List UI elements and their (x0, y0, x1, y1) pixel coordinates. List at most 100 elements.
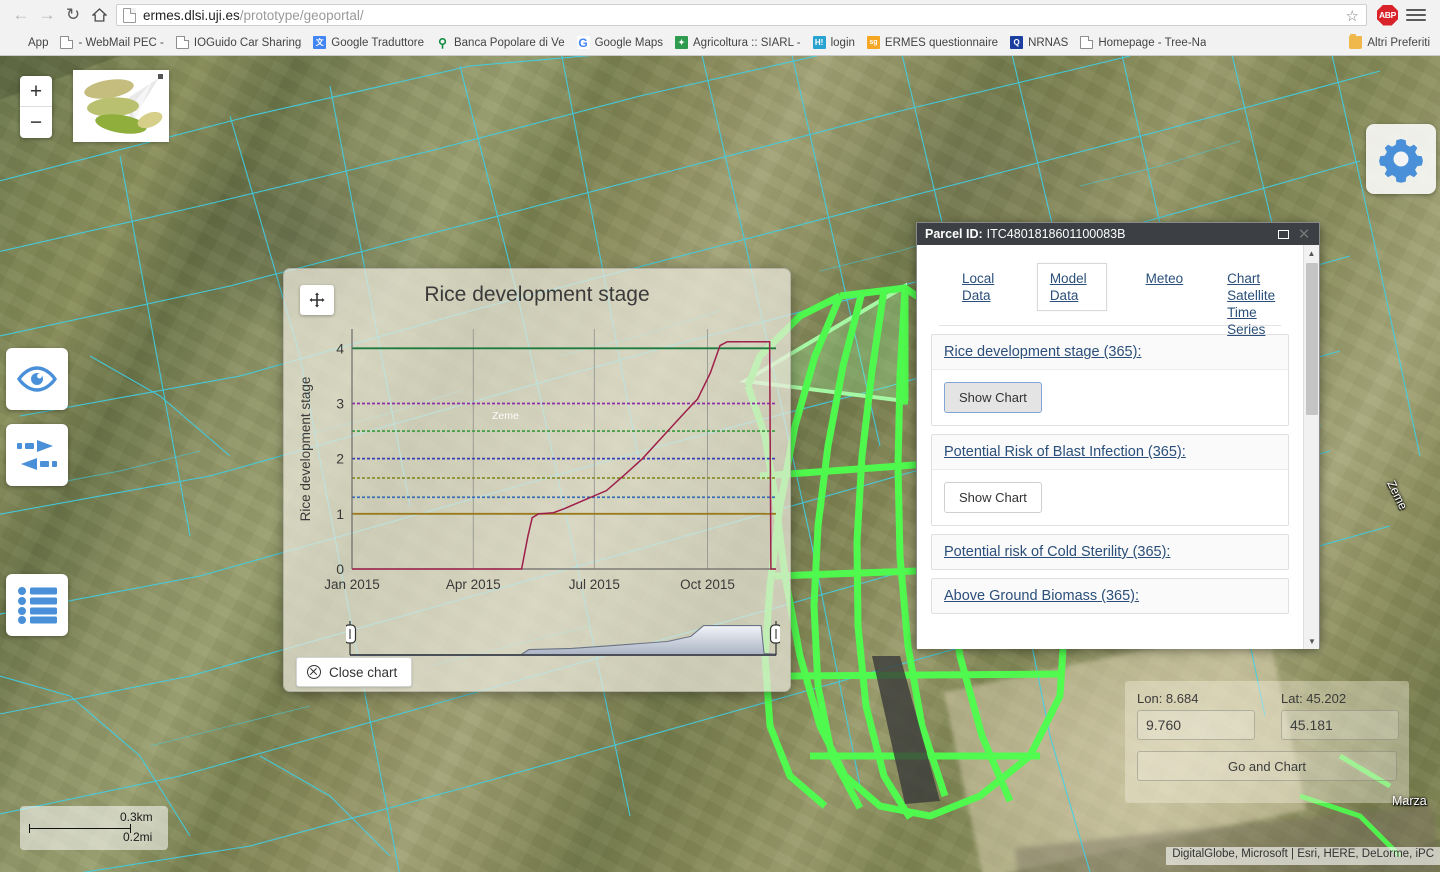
list-icon (18, 587, 57, 624)
google-translate-icon: 文 (313, 36, 327, 49)
range-handle-left[interactable] (346, 621, 357, 655)
caret-up-icon[interactable]: ▲ (1304, 245, 1319, 261)
layer-list-tool[interactable] (6, 574, 68, 636)
lon-input[interactable] (1137, 710, 1255, 740)
parcel-scrollbar[interactable]: ▲ ▼ (1303, 245, 1319, 649)
map-attribution: DigitalGlobe, Microsoft | Esri, HERE, De… (1166, 847, 1440, 865)
zoom-in-button[interactable]: + (20, 76, 52, 107)
settings-button[interactable] (1366, 124, 1436, 194)
lon-label: Lon: 8.684 (1137, 691, 1199, 706)
accordion-item-above-ground-biomass: Above Ground Biomass (365): (931, 578, 1289, 614)
document-icon (1080, 36, 1094, 49)
bookmark-ioguido[interactable]: IOGuido Car Sharing (170, 33, 307, 53)
lat-input[interactable] (1281, 710, 1399, 740)
tab-label-line: Series (1227, 322, 1266, 337)
zoom-out-button[interactable]: − (20, 107, 52, 138)
back-arrow-icon[interactable]: ← (8, 2, 34, 28)
svg-text:Oct 2015: Oct 2015 (680, 577, 735, 592)
gear-icon (1379, 139, 1423, 183)
accordion-header[interactable]: Potential Risk of Blast Infection (365): (932, 435, 1288, 469)
bookmark-label: IOGuido Car Sharing (193, 36, 302, 49)
parcel-window-body: Local Data Model Data Meteo Chart Satell… (917, 245, 1319, 649)
bookmark-star-icon[interactable]: ☆ (1346, 7, 1359, 25)
login-icon: H! (812, 36, 826, 49)
map-canvas[interactable]: Zeme Marza + − 0.3km 0.2mi DigitalGlobe,… (0, 56, 1440, 872)
chart-window: Rice development stage Zeme 0 1 2 3 4 Jan 20… (283, 268, 791, 692)
chart-reference-lines (352, 347, 776, 515)
visibility-tool[interactable] (6, 348, 68, 410)
bookmark-other-folder[interactable]: Altri Preferiti (1343, 33, 1436, 53)
close-window-icon[interactable]: ✕ (1293, 227, 1315, 242)
bookmark-label: Homepage - Tree-Na (1098, 36, 1207, 49)
browser-menu-icon[interactable] (1406, 9, 1426, 21)
tab-label-line: Satellite (1227, 288, 1276, 303)
scrollbar-thumb[interactable] (1306, 263, 1318, 415)
tab-model-data[interactable]: Model Data (1036, 263, 1107, 311)
chart-range-navigator[interactable] (346, 621, 780, 663)
go-and-chart-button[interactable]: Go and Chart (1137, 751, 1397, 781)
coordinate-panel: Lon: 8.684 Lat: 45.202 Go and Chart (1125, 681, 1409, 803)
close-chart-button[interactable]: Close chart (296, 657, 413, 687)
circle-x-icon (307, 665, 321, 679)
restore-window-icon[interactable] (1273, 229, 1293, 239)
parcel-tabs: Local Data Model Data Meteo Chart Satell… (917, 245, 1303, 337)
document-icon (60, 36, 74, 49)
scale-km-label: 0.3km (120, 810, 153, 824)
chart-plot-area[interactable]: Zeme 0 1 2 3 4 Jan 2015 Apr 2015 Jul 2015 Oct 2… (294, 319, 782, 619)
ermes-icon: sg (866, 36, 880, 49)
tab-label-line: Local (962, 271, 995, 286)
bookmark-label: Google Traduttore (331, 36, 424, 49)
tab-label-line: Data (962, 288, 991, 303)
show-chart-button[interactable]: Show Chart (944, 382, 1042, 413)
tab-meteo[interactable]: Meteo (1133, 263, 1197, 294)
svg-text:2: 2 (336, 451, 344, 467)
parcel-window-titlebar[interactable]: Parcel ID: ITC4801818601100083B ✕ (917, 223, 1319, 245)
bookmark-label: Agricoltura :: SIARL - (693, 36, 801, 49)
tab-chart-satellite-time-series[interactable]: Chart Satellite Time Series (1214, 263, 1303, 345)
zoom-control: + − (20, 76, 52, 138)
lat-label: Lat: 45.202 (1281, 691, 1347, 706)
show-chart-button[interactable]: Show Chart (944, 482, 1042, 513)
bookmark-google-maps[interactable]: G Google Maps (571, 33, 669, 53)
bookmark-webmail-pec[interactable]: - WebMail PEC - (54, 33, 169, 53)
parcel-id-value: ITC4801818601100083B (986, 227, 1126, 241)
forward-arrow-icon[interactable]: → (34, 2, 60, 28)
range-handle-right[interactable] (769, 621, 781, 655)
accordion-header[interactable]: Above Ground Biomass (365): (932, 579, 1288, 613)
bookmark-label: ERMES questionnaire (884, 36, 999, 49)
accordion-item-cold-sterility: Potential risk of Cold Sterility (365): (931, 534, 1289, 570)
page-info-icon (123, 7, 136, 23)
chart-x-tick-labels: Jan 2015 Apr 2015 Jul 2015 Oct 2015 (324, 577, 735, 592)
svg-text:4: 4 (336, 340, 344, 356)
bookmark-login[interactable]: H! login (807, 33, 861, 53)
bookmark-label: Banca Popolare di Ve (453, 36, 565, 49)
lon-group: Lon: 8.684 (1137, 691, 1255, 740)
nrnas-icon: Q (1010, 36, 1024, 49)
bookmark-label: - WebMail PEC - (78, 36, 164, 49)
bookmark-agricoltura-siarl[interactable]: ✦ Agricoltura :: SIARL - (669, 33, 807, 53)
url-path: /prototype/geoportal/ (239, 7, 364, 23)
coordinate-row: Lon: 8.684 Lat: 45.202 (1137, 691, 1399, 740)
adblock-plus-icon[interactable]: ABP (1377, 4, 1398, 26)
bookmark-apps[interactable]: App (4, 33, 54, 53)
bookmark-banca-popolare[interactable]: ⚲ Banca Popolare di Ve (430, 33, 571, 53)
chart-y-axis-label: Rice development stage (298, 377, 313, 522)
siarl-icon: ✦ (675, 36, 688, 49)
bookmark-homepage-treena[interactable]: Homepage - Tree-Na (1074, 33, 1212, 53)
accordion-header[interactable]: Potential risk of Cold Sterility (365): (932, 535, 1288, 569)
lat-group: Lat: 45.202 (1281, 691, 1399, 740)
bookmark-google-traduttore[interactable]: 文 Google Traduttore (307, 33, 430, 53)
compare-swap-tool[interactable] (6, 424, 68, 486)
accordion-item-blast-infection: Potential Risk of Blast Infection (365):… (931, 434, 1289, 526)
caret-down-icon[interactable]: ▼ (1304, 633, 1319, 649)
bookmark-nrnas[interactable]: Q NRNAS (1004, 33, 1074, 53)
left-right-arrows-icon (17, 440, 57, 470)
home-icon[interactable] (86, 2, 112, 28)
apps-grid-icon (10, 36, 23, 49)
address-bar[interactable]: ermes.dlsi.uji.es /prototype/geoportal/ … (116, 4, 1367, 26)
reload-icon[interactable]: ↻ (60, 2, 86, 28)
tab-local-data[interactable]: Local Data (949, 263, 1019, 311)
chart-series-line (352, 340, 776, 570)
scale-line (29, 824, 131, 833)
bookmark-ermes-questionnaire[interactable]: sg ERMES questionnaire (861, 33, 1004, 53)
